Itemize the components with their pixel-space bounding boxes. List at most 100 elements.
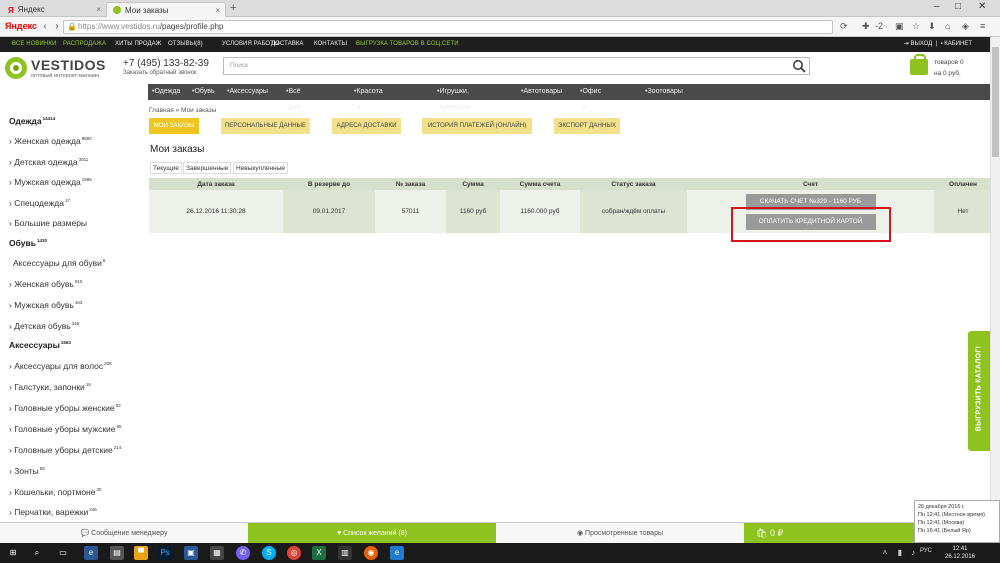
callback-link[interactable]: Заказать обратный звонок — [123, 70, 197, 76]
menu-reviews[interactable]: Отзывы(8) — [168, 37, 203, 52]
ublock-icon[interactable]: ✚ — [862, 21, 870, 32]
translate-icon[interactable]: ▣ — [895, 21, 904, 32]
sidebar-section-heading[interactable]: Обувь1430 — [9, 238, 47, 248]
app-icon[interactable]: ▣ — [184, 546, 198, 560]
edge-icon[interactable]: e — [84, 546, 98, 560]
sidebar-item[interactable]: › Кошельки, портмоне30 — [9, 487, 102, 497]
home-icon[interactable]: ⌂ — [945, 21, 950, 31]
cat-auto[interactable]: • Автотовары — [521, 84, 562, 100]
sidebar-item[interactable]: › Женская обувь910 — [9, 279, 82, 289]
menu-hits[interactable]: Хиты продаж — [115, 37, 161, 52]
ie-icon[interactable]: e — [390, 546, 404, 560]
firefox-icon[interactable]: ◉ — [364, 546, 378, 560]
menu-sale[interactable]: Распродажа — [63, 37, 106, 52]
tab-payment-history[interactable]: История платежей (онлайн) — [422, 118, 532, 134]
header-cart[interactable]: товаров 0 на 0 руб. — [908, 54, 988, 81]
tab-my-orders[interactable]: Мои заказы × — [106, 2, 226, 17]
menu-icon[interactable]: ≡ — [980, 21, 985, 31]
close-tab-icon[interactable]: × — [215, 3, 220, 18]
logout-link[interactable]: ⇥ Выход — [904, 41, 932, 47]
search-icon[interactable]: ⌕ — [30, 546, 44, 560]
excel-icon[interactable]: X — [312, 546, 326, 560]
sidebar-item[interactable]: › Зонты55 — [9, 466, 45, 476]
cat-clothes[interactable]: • Одежда — [152, 84, 180, 100]
sidebar-item[interactable]: › Детская одежда3011 — [9, 157, 88, 167]
sidebar-section-heading[interactable]: Аксессуары1563 — [9, 340, 71, 350]
downloads-icon[interactable]: ⬇ — [928, 21, 936, 32]
skype-icon[interactable]: S — [262, 546, 276, 560]
network-icon[interactable]: ▮ — [895, 546, 905, 560]
refresh-icon[interactable]: ⟳ — [840, 21, 848, 32]
breadcrumb[interactable]: Главная » Мои заказы — [149, 107, 216, 114]
wishlist-button[interactable]: ♥ Список желаний (8) — [248, 523, 496, 544]
scrollbar-thumb[interactable] — [992, 47, 999, 157]
windows-start-icon[interactable]: ⊞ — [6, 546, 20, 560]
viber-icon[interactable]: ✆ — [236, 546, 250, 560]
maximize-icon[interactable]: □ — [955, 1, 961, 12]
app3-icon[interactable]: ▥ — [338, 546, 352, 560]
explorer-icon[interactable]: ▀ — [134, 546, 148, 560]
vestidos-logo[interactable]: VESTIDOS оптовый интернет-магазин — [5, 57, 115, 81]
sidebar-item[interactable]: › Аксессуары для волос208 — [9, 361, 112, 371]
sidebar-item[interactable]: Аксессуары для обуви5 — [13, 258, 105, 268]
sidebar-item[interactable]: › Галстуки, запонки15 — [9, 382, 91, 392]
store-icon[interactable]: ▤ — [110, 546, 124, 560]
cabinet-link[interactable]: ▪ Кабинет — [940, 41, 972, 47]
new-tab-icon[interactable]: + — [230, 2, 236, 14]
menu-delivery[interactable]: Доставка — [271, 37, 304, 52]
search-icon[interactable] — [792, 59, 806, 73]
shield-icon[interactable]: ◈ — [962, 21, 969, 32]
page-scrollbar[interactable] — [990, 37, 1000, 523]
volume-icon[interactable]: ♪ — [908, 546, 918, 560]
cat-toys[interactable]: • Игрушки, сувениры — [437, 84, 471, 111]
photoshop-icon[interactable]: Ps — [158, 546, 172, 560]
message-manager-button[interactable]: 💬 Сообщение менеджеру — [0, 523, 248, 544]
sidebar-item[interactable]: › Спецодежда17 — [9, 198, 70, 208]
export-catalog-badge[interactable]: Выгрузить каталог! — [968, 331, 990, 451]
menu-contacts[interactable]: Контакты — [314, 37, 347, 52]
app2-icon[interactable]: ▦ — [210, 546, 224, 560]
sidebar-item[interactable]: › Большие размеры — [9, 218, 87, 228]
zoom-badge[interactable]: -2 — [875, 21, 883, 31]
sidebar-item[interactable]: › Перчатки, варежки246 — [9, 507, 97, 517]
task-view-icon[interactable]: ▭ — [56, 546, 70, 560]
tab-delivery-addresses[interactable]: Адреса доставки — [332, 118, 401, 134]
sidebar-item[interactable]: › Женская одежда9800 — [9, 136, 92, 146]
cat-office[interactable]: • Офис и школа — [580, 84, 603, 127]
filter-unredeemed[interactable]: Невыкупленные — [233, 162, 288, 174]
cat-accessories[interactable]: • Аксессуары — [227, 84, 268, 100]
tab-data-export[interactable]: Экспорт данных — [554, 118, 620, 134]
filter-completed[interactable]: Завершенные — [183, 162, 232, 174]
sidebar-item[interactable]: › Головные уборы детские214 — [9, 445, 121, 455]
tab-personal-data[interactable]: Персональные данные — [221, 118, 310, 134]
language-indicator[interactable]: РУС — [920, 548, 932, 554]
filter-current[interactable]: Текущие — [150, 162, 182, 174]
sidebar-item[interactable]: › Головные уборы женские83 — [9, 403, 121, 413]
sidebar-item[interactable]: › Головные уборы мужские86 — [9, 424, 122, 434]
menu-new[interactable]: Все новинки — [12, 37, 56, 52]
tab-yandex[interactable]: Я Яндекс × — [2, 2, 106, 17]
url-input[interactable]: 🔒 https://www.vestidos.ru/pages/profile.… — [63, 20, 833, 34]
search-input[interactable]: Поиск — [223, 57, 810, 75]
chrome-icon[interactable]: ◎ — [287, 546, 301, 560]
sidebar-item[interactable]: › Мужская одежда1586 — [9, 177, 92, 187]
viewed-products-button[interactable]: ◉ Просмотренные товары — [496, 523, 744, 544]
cat-pets[interactable]: • Зоотовары — [645, 84, 683, 100]
cat-beauty[interactable]: • Красота и здоровье — [354, 84, 387, 127]
tray-up-icon[interactable]: ˄ — [880, 546, 890, 560]
close-window-icon[interactable]: ✕ — [978, 1, 986, 12]
close-tab-icon[interactable]: × — [96, 2, 101, 17]
star-icon[interactable]: ☆ — [912, 21, 920, 32]
tab-my-orders-profile[interactable]: Мои заказы — [149, 118, 199, 134]
bottom-cart-button[interactable]: 🛍 0 ₽ — [744, 523, 914, 544]
cat-shoes[interactable]: • Обувь — [192, 84, 215, 100]
menu-export-social[interactable]: Выгрузка товаров в соц.сети — [356, 37, 459, 52]
sidebar-item[interactable]: › Мужская обувь163 — [9, 300, 82, 310]
sidebar-item[interactable]: › Детская обувь346 — [9, 321, 79, 331]
minimize-icon[interactable]: – — [934, 1, 940, 12]
taskbar-clock[interactable]: 12:41 26.12.2016 — [940, 545, 980, 561]
cat-home[interactable]: • Всё для дома — [286, 84, 305, 127]
sidebar-section-heading[interactable]: Одежда14414 — [9, 116, 55, 126]
forward-icon[interactable]: › — [50, 20, 64, 34]
yandex-logo[interactable]: Яндекс — [5, 21, 37, 31]
